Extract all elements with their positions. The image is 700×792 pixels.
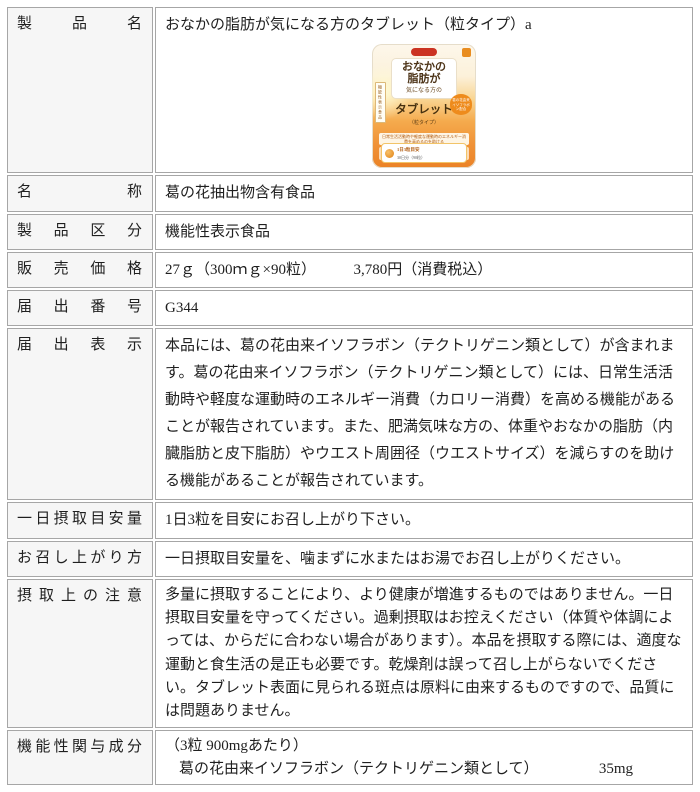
package-dose-text: 1日3粒目安 30日分（90粒） <box>397 146 425 161</box>
row-value-notification-text: 本品には、葛の花由来イソフラボン（テクトリゲニン類として）が含まれます。葛の花由… <box>155 328 693 500</box>
row-value-name: 葛の花抽出物含有食品 <box>155 175 693 211</box>
package-subtitle: 気になる方の <box>392 86 456 97</box>
product-package-image: おなかの 脂肪が 気になる方の タブレット （粒タイプ） 機能性表示食品 葛の花… <box>372 44 476 168</box>
functional-ingredient-name: 葛の花由来イソフラボン（テクトリゲニン類として） <box>179 758 539 781</box>
package-title-box: おなかの 脂肪が 気になる方の <box>392 59 456 98</box>
taisho-logo-icon <box>462 48 471 57</box>
package-title-line1: おなかの <box>392 61 456 73</box>
functional-ingredient-line: 葛の花由来イソフラボン（テクトリゲニン類として） 35mg <box>165 758 683 781</box>
row-value-notification-number: G344 <box>155 290 693 326</box>
table-row-how-to-take: お召し上がり方 一日摂取目安量を、噛まずに水またはお湯でお召し上がりください。 <box>7 541 693 577</box>
row-label-category: 製品区分 <box>7 214 153 250</box>
row-value-how-to-take: 一日摂取目安量を、噛まずに水またはお湯でお召し上がりください。 <box>155 541 693 577</box>
package-side-label: 機能性表示食品 <box>375 82 386 123</box>
product-spec-document: 製品名 おなかの脂肪が気になる方のタブレット（粒タイプ）a おなかの 脂肪が 気… <box>0 0 700 792</box>
product-spec-table: 製品名 おなかの脂肪が気になる方のタブレット（粒タイプ）a おなかの 脂肪が 気… <box>5 5 695 787</box>
table-row-price: 販売価格 27ｇ（300ｍｇ×90粒） 3,780円（消費税込） <box>7 252 693 288</box>
table-row-product-name: 製品名 おなかの脂肪が気になる方のタブレット（粒タイプ）a おなかの 脂肪が 気… <box>7 7 693 173</box>
package-title-line2: 脂肪が <box>392 73 456 85</box>
tablet-icon <box>385 149 394 158</box>
row-value-category: 機能性表示食品 <box>155 214 693 250</box>
package-type-note: （粒タイプ） <box>372 120 476 129</box>
row-label-how-to-take: お召し上がり方 <box>7 541 153 577</box>
row-label-price: 販売価格 <box>7 252 153 288</box>
functional-ingredient-amount: 35mg <box>599 758 633 781</box>
row-value-precautions: 多量に摂取することにより、より健康が増進するものではありません。一日摂取目安量を… <box>155 579 693 729</box>
row-label-notification-number: 届出番号 <box>7 290 153 326</box>
table-row-category: 製品区分 機能性表示食品 <box>7 214 693 250</box>
package-dose-line2: 30日分（90粒） <box>397 154 425 161</box>
package-dose-line1: 1日3粒目安 <box>397 146 425 154</box>
row-label-name: 名称 <box>7 175 153 211</box>
row-value-functional-ingredient: （3粒 900mgあたり） 葛の花由来イソフラボン（テクトリゲニン類として） 3… <box>155 730 693 785</box>
package-ingredient-badge: 葛の花由来イソフラボン配合 <box>450 94 472 115</box>
row-value-daily-intake: 1日3粒を目安にお召し上がり下さい。 <box>155 502 693 538</box>
brand-mark <box>411 48 437 56</box>
table-row-notification-number: 届出番号 G344 <box>7 290 693 326</box>
table-row-functional-ingredient: 機能性関与成分 （3粒 900mgあたり） 葛の花由来イソフラボン（テクトリゲニ… <box>7 730 693 785</box>
row-label-product-name: 製品名 <box>7 7 153 173</box>
row-label-precautions: 摂取上の注意 <box>7 579 153 729</box>
row-label-notification-text: 届出表示 <box>7 328 153 500</box>
product-image-area: おなかの 脂肪が 気になる方の タブレット （粒タイプ） 機能性表示食品 葛の花… <box>165 44 683 168</box>
functional-ingredient-serving: （3粒 900mgあたり） <box>165 735 683 758</box>
table-row-daily-intake: 一日摂取目安量 1日3粒を目安にお召し上がり下さい。 <box>7 502 693 538</box>
package-dose-box: 1日3粒目安 30日分（90粒） <box>381 143 467 163</box>
row-value-product-name: おなかの脂肪が気になる方のタブレット（粒タイプ）a おなかの 脂肪が 気になる方… <box>155 7 693 173</box>
row-label-daily-intake: 一日摂取目安量 <box>7 502 153 538</box>
row-value-price: 27ｇ（300ｍｇ×90粒） 3,780円（消費税込） <box>155 252 693 288</box>
table-row-name: 名称 葛の花抽出物含有食品 <box>7 175 693 211</box>
product-name-text: おなかの脂肪が気になる方のタブレット（粒タイプ）a <box>165 12 683 38</box>
table-row-precautions: 摂取上の注意 多量に摂取することにより、より健康が増進するものではありません。一… <box>7 579 693 729</box>
table-row-notification-text: 届出表示 本品には、葛の花由来イソフラボン（テクトリゲニン類として）が含まれます… <box>7 328 693 500</box>
row-label-functional-ingredient: 機能性関与成分 <box>7 730 153 785</box>
